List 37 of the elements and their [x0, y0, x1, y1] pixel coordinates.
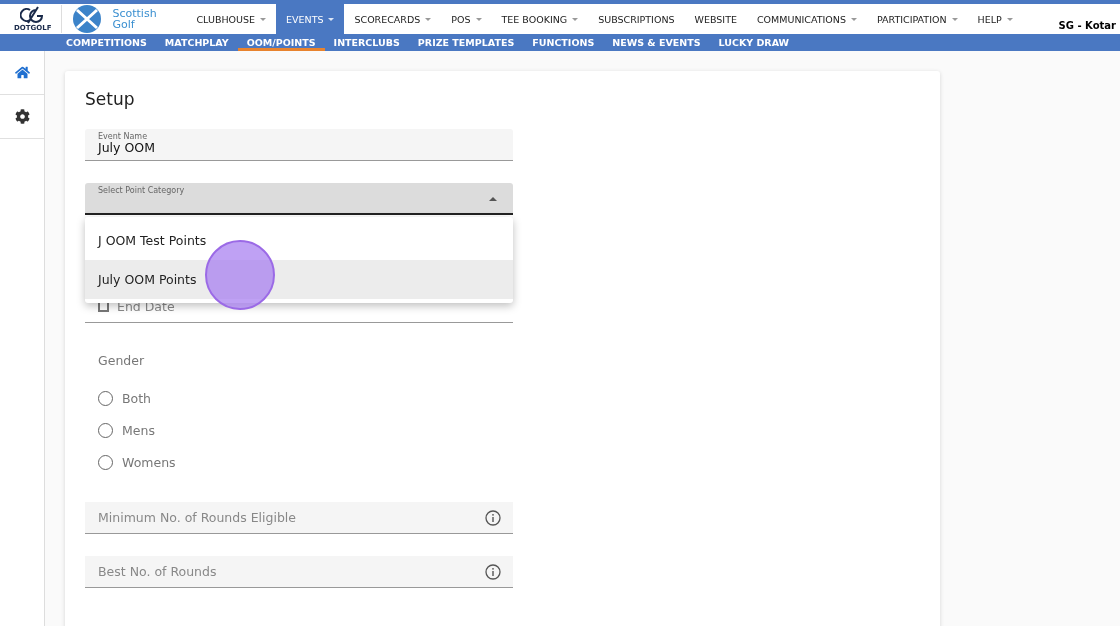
dg-logo-icon	[19, 6, 46, 24]
subnav-tab[interactable]: PRIZE TEMPLATES	[408, 34, 524, 51]
nav-tab[interactable]: PARTICIPATION	[866, 4, 968, 34]
event-name-field[interactable]: Event Name July OOM	[85, 129, 513, 161]
radio-option[interactable]: Mens	[85, 414, 513, 446]
dropdown-arrow-icon	[489, 197, 497, 201]
subnav-tab[interactable]: FUNCTIONS	[523, 34, 604, 51]
info-icon	[485, 563, 501, 580]
nav-tab[interactable]: COMMUNICATIONS	[746, 4, 867, 34]
nav-tab[interactable]: HELP	[967, 4, 1023, 34]
subnav-tab[interactable]: OOM/POINTS	[237, 34, 325, 51]
menu-option[interactable]: J OOM Test Points	[85, 221, 513, 260]
subnav-tab[interactable]: COMPETITIONS	[57, 34, 156, 51]
radio-option[interactable]: Both	[85, 382, 513, 414]
nav-tab[interactable]: CLUBHOUSE	[186, 4, 276, 34]
select-field[interactable]: Select Point Category	[85, 183, 513, 215]
nav-tab[interactable]: SCORECARDS	[344, 4, 442, 34]
subnav-tab[interactable]: LUCKY DRAW	[709, 34, 799, 51]
info-icon	[485, 509, 501, 526]
number-field[interactable]: Minimum No. of Rounds Eligible	[85, 502, 513, 534]
subnav-tab[interactable]: MATCHPLAY	[155, 34, 238, 51]
gender-label: Gender	[98, 353, 146, 368]
home-icon	[14, 65, 30, 80]
user-name: SG - Kotar	[1058, 18, 1117, 31]
calendar-icon	[98, 301, 109, 312]
nav-tab[interactable]: EVENTS	[276, 4, 345, 34]
settings-icon	[14, 109, 30, 124]
card-title: Setup	[85, 89, 136, 109]
partner-name: Scottish Golf	[112, 8, 158, 30]
subnav-tab[interactable]: NEWS & EVENTS	[603, 34, 710, 51]
nav-tab[interactable]: POS	[441, 4, 492, 34]
nav-tab[interactable]: SUBSCRIPTIONS	[588, 4, 685, 34]
number-field[interactable]: Best No. of Rounds	[85, 556, 513, 588]
radio-option[interactable]: Womens	[85, 446, 513, 478]
subnav-tab[interactable]: INTERCLUBS	[324, 34, 409, 51]
nav-tab[interactable]: TEE BOOKING	[491, 4, 589, 34]
nav-tab[interactable]: WEBSITE	[684, 4, 747, 34]
